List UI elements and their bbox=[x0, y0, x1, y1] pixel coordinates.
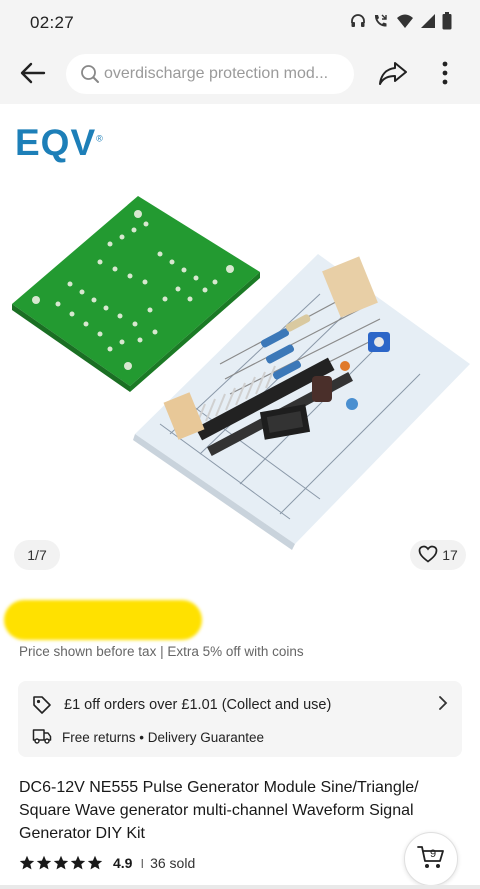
wishlist-count: 17 bbox=[442, 547, 458, 563]
bottom-divider bbox=[0, 885, 480, 889]
heart-icon bbox=[418, 545, 438, 566]
tag-icon bbox=[32, 695, 52, 715]
shipping-row[interactable]: Free returns • Delivery Guarantee bbox=[32, 726, 448, 748]
star-icon bbox=[36, 855, 52, 870]
status-icons bbox=[350, 12, 452, 30]
coupon-text: £1 off orders over £1.01 (Collect and us… bbox=[64, 697, 332, 713]
chevron-right-icon bbox=[438, 695, 448, 715]
status-time: 02:27 bbox=[30, 13, 75, 32]
star-icon bbox=[87, 855, 103, 870]
back-button[interactable] bbox=[16, 58, 50, 92]
share-icon bbox=[378, 60, 408, 91]
image-counter: 1/7 bbox=[14, 540, 60, 570]
battery-icon bbox=[442, 12, 452, 30]
promo-card[interactable]: £1 off orders over £1.01 (Collect and us… bbox=[18, 681, 462, 757]
call-icon bbox=[372, 13, 390, 29]
star-rating bbox=[19, 855, 103, 871]
search-icon bbox=[80, 64, 100, 84]
star-icon bbox=[19, 855, 35, 870]
product-image-gallery[interactable]: EQV® 1/7 17 bbox=[0, 104, 480, 586]
rating-separator: I bbox=[140, 855, 145, 871]
sold-count: 36 sold bbox=[150, 855, 196, 871]
coupon-row[interactable]: £1 off orders over £1.01 (Collect and us… bbox=[32, 693, 448, 717]
cart-count: 9 bbox=[429, 848, 437, 860]
back-arrow-icon bbox=[20, 62, 46, 89]
product-title: DC6-12V NE555 Pulse Generator Module Sin… bbox=[19, 779, 419, 842]
wifi-icon bbox=[396, 13, 414, 29]
rating-value: 4.9 bbox=[113, 855, 133, 871]
wishlist-button[interactable]: 17 bbox=[410, 540, 466, 570]
price-note: Price shown before tax | Extra 5% off wi… bbox=[19, 644, 304, 659]
price-redacted bbox=[4, 600, 202, 640]
search-placeholder: overdischarge protection mod... bbox=[104, 65, 329, 82]
more-icon bbox=[442, 61, 448, 90]
more-options-button[interactable] bbox=[430, 58, 460, 92]
top-bar: overdischarge protection mod... bbox=[0, 46, 480, 104]
search-input[interactable]: overdischarge protection mod... bbox=[66, 54, 354, 94]
truck-icon bbox=[32, 727, 52, 747]
share-button[interactable] bbox=[376, 58, 410, 92]
price-area: Price shown before tax | Extra 5% off wi… bbox=[0, 586, 480, 678]
star-icon bbox=[53, 855, 69, 870]
rating-row[interactable]: 4.9 I 36 sold bbox=[19, 852, 195, 874]
star-icon bbox=[70, 855, 86, 870]
product-photo bbox=[12, 196, 470, 550]
signal-icon bbox=[420, 13, 436, 29]
status-bar: 02:27 bbox=[0, 0, 480, 46]
shipping-text: Free returns • Delivery Guarantee bbox=[62, 729, 265, 745]
headphones-icon bbox=[350, 13, 366, 29]
cart-button[interactable]: 9 bbox=[404, 832, 458, 886]
